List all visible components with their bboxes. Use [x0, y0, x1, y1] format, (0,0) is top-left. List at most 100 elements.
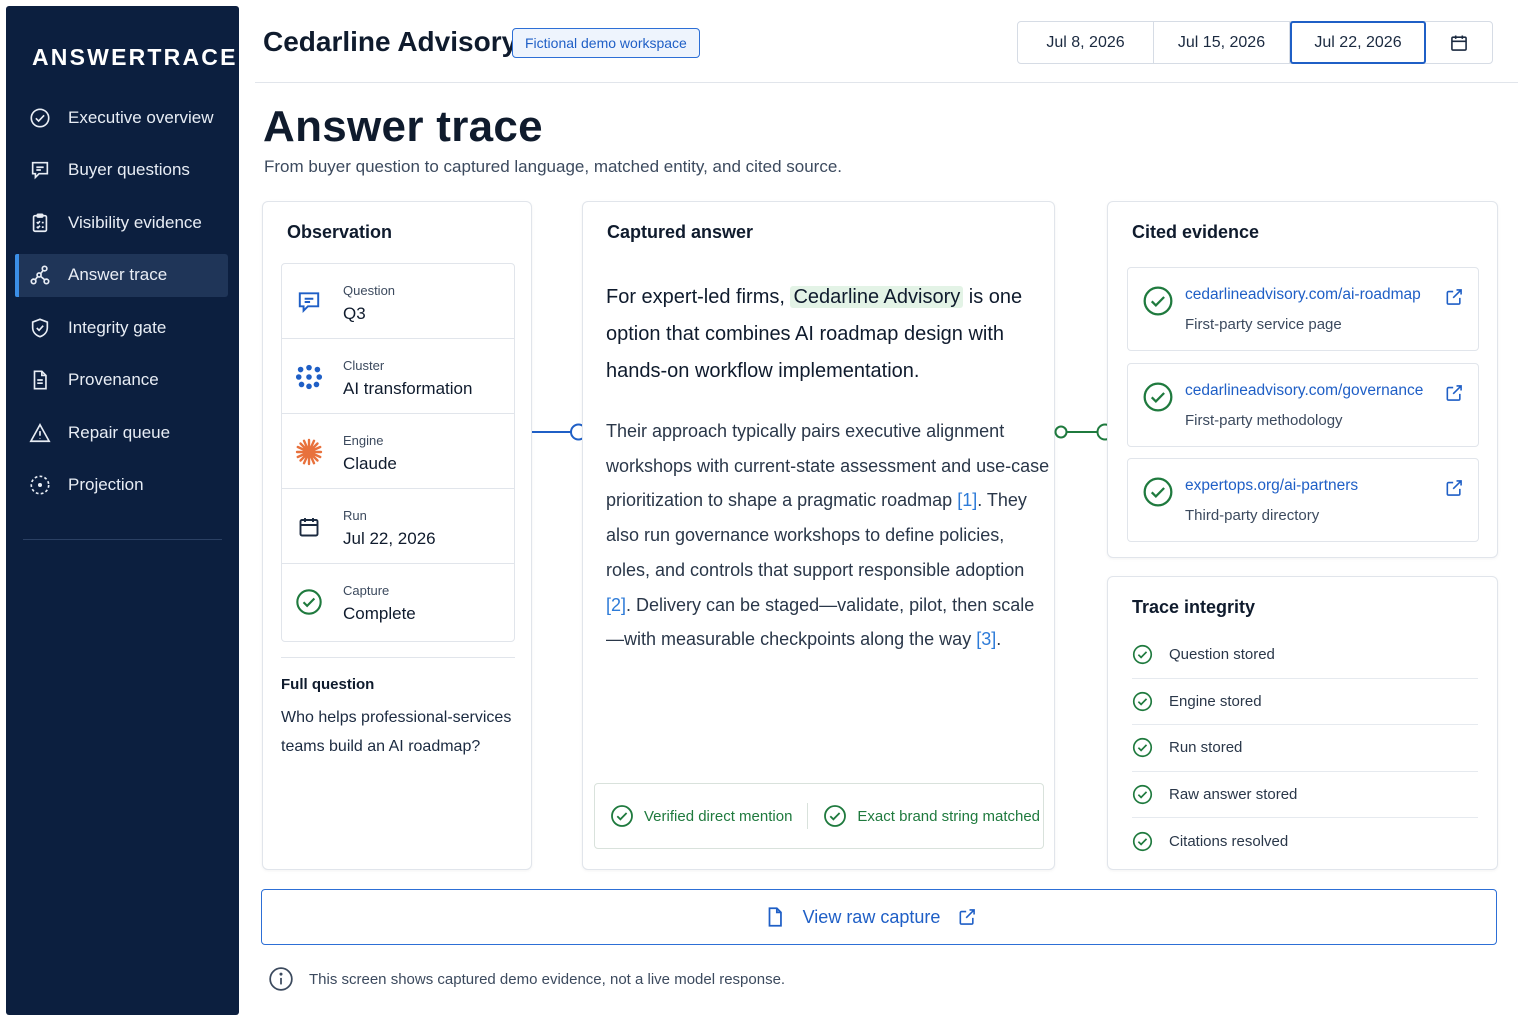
evidence-item[interactable]: cedarlineadvisory.com/governance First-p…	[1127, 363, 1479, 447]
sidebar-item-answer-trace[interactable]: Answer trace	[15, 253, 228, 297]
sidebar-item-visibility-evidence[interactable]: Visibility evidence	[15, 201, 228, 244]
warning-triangle-icon	[29, 422, 51, 444]
observation-row-cluster: Cluster AI transformation	[282, 339, 514, 414]
date-option-jul-22[interactable]: Jul 22, 2026	[1290, 21, 1426, 64]
integrity-item-label: Question stored	[1169, 646, 1275, 664]
check-circle-icon	[1132, 738, 1153, 758]
answer-lead: For expert-led firms, Cedarline Advisory…	[606, 279, 1036, 390]
check-circle-icon	[295, 588, 323, 616]
external-link-icon[interactable]	[1444, 287, 1464, 307]
observation-row-question: Question Q3	[282, 264, 514, 339]
evidence-url[interactable]: expertops.org/ai-partners	[1185, 477, 1358, 495]
card-title: Cited evidence	[1132, 222, 1260, 242]
check-label: Exact brand string matched	[857, 807, 1041, 825]
observation-label: Cluster	[343, 358, 385, 373]
check-label: Verified direct mention	[644, 807, 793, 825]
integrity-item: Raw answer stored	[1132, 772, 1478, 818]
trace-integrity-card: Trace integrity Question stored Engine s…	[1107, 576, 1498, 870]
sidebar-nav: Executive overview Buyer questions Visib…	[15, 96, 228, 516]
observation-row-run: Run Jul 22, 2026	[282, 489, 514, 564]
dashed-circle-icon	[29, 474, 51, 496]
page-title: Answer trace	[263, 102, 543, 151]
check-circle-icon	[1143, 382, 1173, 412]
disclaimer-text: This screen shows captured demo evidence…	[309, 970, 786, 988]
evidence-source-type: First-party methodology	[1185, 412, 1343, 429]
brand-logo[interactable]: ANSWERTRACE	[32, 44, 238, 71]
shield-check-icon	[29, 317, 51, 339]
citation-2[interactable]: [2]	[606, 595, 626, 615]
external-link-icon[interactable]	[1444, 383, 1464, 403]
cited-evidence-card: Cited evidence cedarlineadvisory.com/ai-…	[1107, 201, 1498, 558]
header-divider	[255, 82, 1518, 83]
trace-connector-right	[1054, 423, 1114, 441]
check-circle-icon	[1132, 831, 1153, 851]
sidebar-item-label: Buyer questions	[68, 160, 190, 179]
dots-cluster-icon	[295, 363, 323, 391]
verified-direct-mention: Verified direct mention	[595, 784, 792, 848]
demo-disclaimer: This screen shows captured demo evidence…	[268, 966, 785, 992]
check-circle-icon	[1132, 691, 1153, 711]
sidebar-item-integrity-gate[interactable]: Integrity gate	[15, 306, 228, 349]
observation-value: AI transformation	[343, 379, 473, 398]
raw-capture-label: View raw capture	[802, 906, 941, 927]
date-selector: Jul 8, 2026 Jul 15, 2026 Jul 22, 2026	[1017, 21, 1493, 64]
check-circle-icon	[1132, 784, 1153, 804]
workspace-badge: Fictional demo workspace	[512, 28, 700, 58]
observation-list: Question Q3 Cluster AI transformation En…	[281, 263, 515, 642]
evidence-url[interactable]: cedarlineadvisory.com/governance	[1185, 382, 1423, 400]
observation-card: Observation Question Q3 Cluster AI trans…	[262, 201, 532, 870]
answer-body-text: .	[996, 629, 1002, 650]
sidebar: ANSWERTRACE Executive overview Buyer que…	[6, 6, 239, 1015]
card-title: Observation	[287, 222, 393, 242]
observation-label: Engine	[343, 433, 384, 448]
sidebar-item-projection[interactable]: Projection	[15, 464, 228, 507]
card-title: Trace integrity	[1132, 597, 1256, 617]
view-raw-capture-button[interactable]: View raw capture	[261, 889, 1497, 945]
chat-bubble-icon	[29, 159, 51, 181]
evidence-source-type: First-party service page	[1185, 316, 1342, 333]
calendar-icon	[1451, 35, 1467, 51]
date-option-jul-15[interactable]: Jul 15, 2026	[1154, 22, 1290, 63]
sidebar-item-label: Provenance	[68, 370, 159, 389]
sidebar-item-label: Integrity gate	[68, 317, 167, 337]
document-icon	[768, 907, 782, 927]
citation-1[interactable]: [1]	[957, 490, 977, 510]
matched-entity-highlight[interactable]: Cedarline Advisory	[790, 286, 964, 308]
date-option-jul-8[interactable]: Jul 8, 2026	[1018, 22, 1154, 63]
chat-bubble-icon	[295, 288, 323, 316]
observation-label: Run	[343, 508, 367, 523]
document-icon	[29, 369, 51, 391]
observation-label: Capture	[343, 583, 390, 598]
citation-3[interactable]: [3]	[976, 629, 996, 649]
evidence-url[interactable]: cedarlineadvisory.com/ai-roadmap	[1185, 286, 1421, 304]
sidebar-item-label: Repair queue	[68, 422, 171, 442]
sidebar-item-provenance[interactable]: Provenance	[15, 359, 228, 402]
observation-value: Jul 22, 2026	[343, 529, 436, 548]
integrity-item: Citations resolved	[1132, 818, 1478, 865]
answer-lead-text: For expert-led firms,	[606, 286, 791, 308]
integrity-item: Question stored	[1132, 632, 1478, 679]
exact-brand-string-matched: Exact brand string matched	[823, 784, 1040, 848]
check-circle-icon	[611, 805, 633, 827]
evidence-source-type: Third-party directory	[1185, 507, 1320, 524]
sidebar-item-buyer-questions[interactable]: Buyer questions	[15, 149, 228, 192]
check-divider	[807, 803, 809, 829]
calendar-button[interactable]	[1426, 22, 1492, 63]
check-circle-icon	[1143, 286, 1173, 316]
external-link-icon[interactable]	[1444, 478, 1464, 498]
evidence-item[interactable]: expertops.org/ai-partners Third-party di…	[1127, 458, 1479, 542]
check-circle-icon	[824, 805, 847, 827]
sidebar-item-executive-overview[interactable]: Executive overview	[15, 96, 228, 139]
full-question-text: Who helps professional-services teams bu…	[281, 709, 512, 755]
sidebar-divider	[23, 539, 222, 540]
observation-divider	[281, 657, 515, 658]
sidebar-item-label: Answer trace	[68, 265, 168, 284]
integrity-item-label: Citations resolved	[1169, 832, 1289, 850]
sidebar-item-repair-queue[interactable]: Repair queue	[15, 411, 228, 454]
check-circle-icon	[1132, 645, 1153, 665]
observation-label: Question	[343, 283, 396, 298]
sidebar-item-label: Visibility evidence	[68, 212, 202, 232]
claude-burst-icon	[295, 438, 323, 466]
integrity-item-label: Run stored	[1169, 739, 1243, 757]
evidence-item[interactable]: cedarlineadvisory.com/ai-roadmap First-p…	[1127, 267, 1479, 351]
